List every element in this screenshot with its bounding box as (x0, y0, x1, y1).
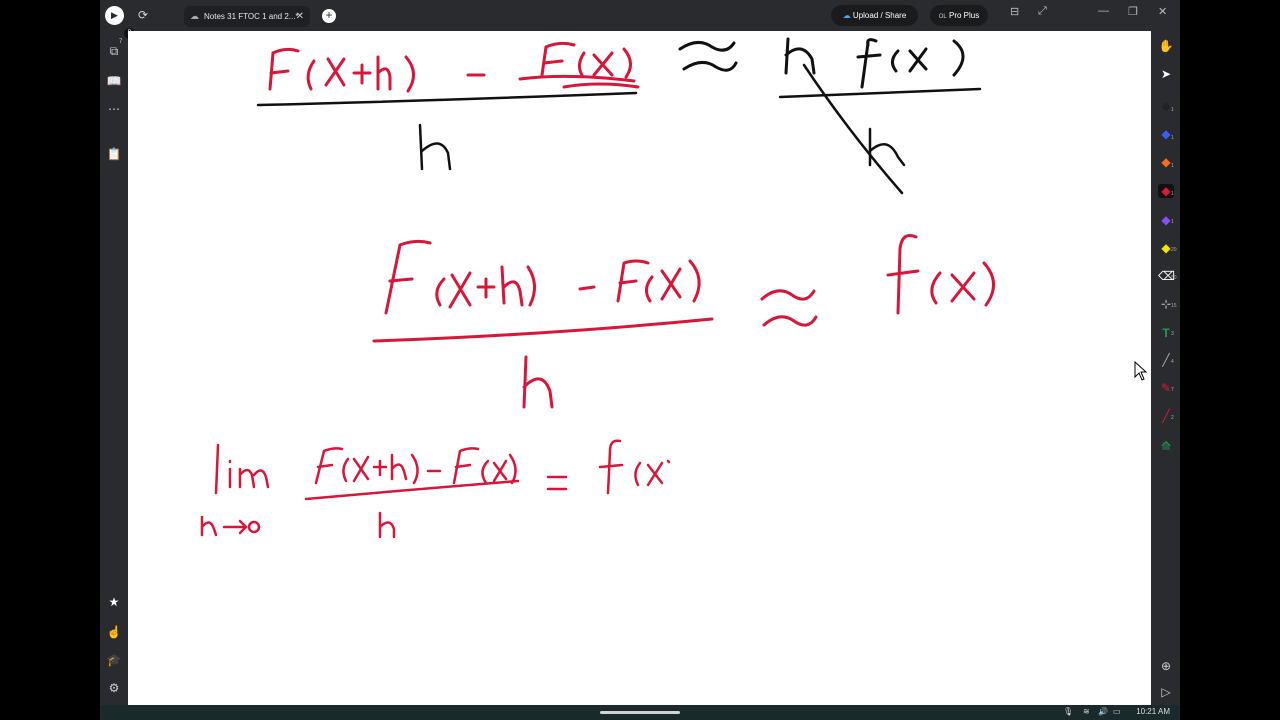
clock: 10:21 AM (1136, 707, 1170, 716)
select-tool-icon[interactable]: ➤ (1158, 67, 1174, 81)
expand-icon[interactable]: ⤢ (1038, 5, 1047, 18)
settings-gear-icon[interactable]: ⚙ (106, 681, 122, 695)
close-tab-icon[interactable]: ✕ (296, 6, 304, 27)
tab-notes[interactable]: ☁ Notes 31 FTOC 1 and 2...* ✕ (184, 6, 310, 27)
clipboard-icon[interactable]: 📋 (106, 147, 122, 161)
taskbar: 🎙 ≋ 🔊 ▭ 10:21 AM (100, 705, 1180, 720)
presentation-icon[interactable]: ▷ (1158, 685, 1174, 699)
more-icon[interactable]: ⋯ (106, 102, 122, 116)
top-numerator-ink (268, 41, 640, 93)
upload-share-button[interactable]: ☁ Upload / Share (831, 5, 918, 26)
middle-fx-ink (886, 234, 995, 315)
volume-icon[interactable]: 🔊 (1098, 707, 1108, 716)
handwriting-layer (200, 37, 995, 539)
mouse-cursor-icon (1134, 361, 1148, 381)
wifi-icon[interactable]: ≋ (1083, 707, 1090, 716)
ruler-icon[interactable]: ⟰ (1158, 439, 1174, 453)
top-right-fraction-bar (778, 87, 982, 99)
pages-badge: 7 (119, 39, 123, 45)
left-sidebar: ⧉ 7 P 📖 ⋯ 📋 ★ ☝ 🎓 ⚙ (100, 28, 135, 705)
cancel-slash (802, 63, 904, 195)
tool-palette: ✋ ➤ ◆ ◆ ◆ ◆ ◆ ◆ ⌫ ⊹ T ╱ ✎ ╱ ⟰ 1 1 1 1 1 … (1151, 31, 1180, 705)
top-left-denominator-h (418, 123, 452, 171)
middle-fraction-bar (372, 317, 714, 343)
plan-icon: OL (938, 14, 947, 20)
pages-icon[interactable]: ⧉ (106, 44, 122, 59)
cloud-icon: ☁ (190, 11, 199, 21)
home-indicator[interactable] (600, 711, 680, 714)
notes-app-window: ▶ ⟳ ☁ Notes 31 FTOC 1 and 2...* ✕ + ☁ Up… (100, 0, 1180, 705)
close-window-button[interactable]: ✕ (1158, 5, 1167, 18)
middle-numerator-ink (384, 239, 701, 315)
tool-counts: 1 1 1 1 1 20 50 15 3 4 7 2 (1171, 107, 1177, 421)
sync-icon[interactable]: ⟳ (138, 8, 148, 22)
battery-icon[interactable]: ▭ (1113, 707, 1121, 716)
middle-approx-sign (760, 289, 818, 327)
title-bar: ▶ ⟳ ☁ Notes 31 FTOC 1 and 2...* ✕ + ☁ Up… (100, 0, 1180, 31)
hand-tool-icon[interactable]: ✋ (1158, 39, 1174, 53)
pro-plus-badge[interactable]: OL Pro Plus (930, 5, 988, 26)
top-approx-sign (678, 41, 738, 72)
note-canvas[interactable] (128, 31, 1151, 705)
minimize-button[interactable]: — (1098, 5, 1109, 17)
middle-denominator-h (522, 355, 554, 409)
book-icon[interactable]: 📖 (106, 74, 122, 88)
touch-icon[interactable]: ☝ (106, 625, 122, 639)
zoom-icon[interactable]: ⊕ (1158, 659, 1174, 673)
top-left-fraction-bar (256, 91, 638, 107)
tab-title: Notes 31 FTOC 1 and 2...* (204, 12, 299, 21)
maximize-button[interactable]: ❐ (1128, 5, 1138, 18)
layout-icon[interactable]: ⊟ (1010, 5, 1019, 18)
add-tab-button[interactable]: + (322, 9, 336, 23)
cloud-upload-icon: ☁ (842, 11, 851, 20)
star-icon[interactable]: ★ (106, 595, 122, 609)
mic-icon[interactable]: 🎙 (1063, 707, 1073, 716)
graduation-icon[interactable]: 🎓 (106, 653, 122, 667)
app-logo-icon[interactable]: ▶ (105, 6, 124, 25)
limit-ink (200, 439, 671, 539)
